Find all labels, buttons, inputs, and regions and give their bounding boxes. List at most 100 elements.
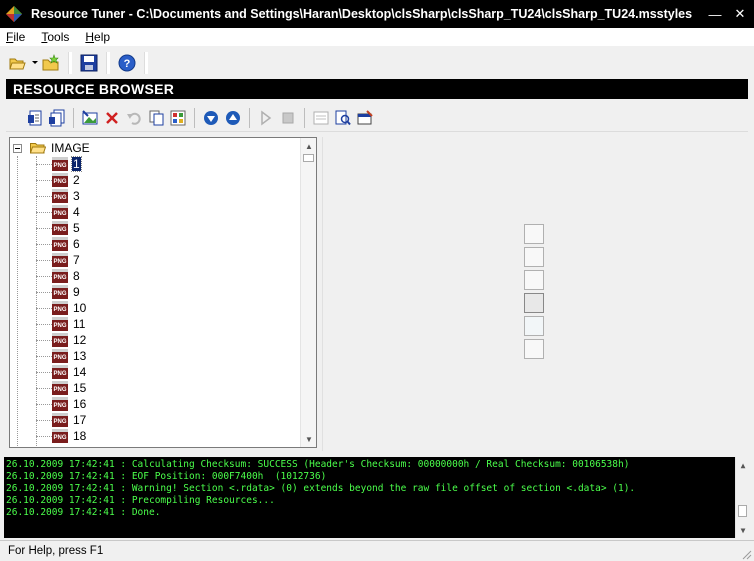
copy-button[interactable] (145, 107, 167, 129)
tree-connector (36, 387, 52, 389)
view-resource-button[interactable] (310, 107, 332, 129)
tree-item[interactable]: PNG 13 (36, 348, 87, 364)
log-line: 26.10.2009 17:42:41 : Calculating Checks… (6, 459, 630, 470)
tree-item[interactable]: PNG 11 (36, 316, 86, 332)
open-folder-icon (29, 142, 47, 154)
menu-bar: File Tools Help (0, 28, 754, 46)
delete-x-icon (106, 111, 118, 124)
extract-resource-button[interactable] (24, 107, 46, 129)
tree-item[interactable]: PNG 4 (36, 204, 81, 220)
toolbar-separator (144, 52, 148, 74)
open-folder-button[interactable] (40, 52, 62, 74)
documents-export-icon (49, 109, 65, 126)
help-button[interactable]: ? (116, 52, 138, 74)
menu-help[interactable]: Help (85, 30, 110, 44)
tree-node-image[interactable]: IMAGE (13, 140, 90, 156)
menu-file[interactable]: File (6, 30, 25, 44)
tree-item[interactable]: PNG 15 (36, 380, 87, 396)
tree-item[interactable]: PNG 2 (36, 172, 81, 188)
title-bar: Resource Tuner - C:\Documents and Settin… (0, 0, 754, 28)
tree-item-label: 3 (73, 189, 80, 203)
tree-item[interactable]: PNG 3 (36, 188, 81, 204)
collapse-icon[interactable] (13, 143, 22, 153)
png-file-icon: PNG (52, 317, 68, 331)
tree-connector (36, 339, 52, 341)
add-resource-button[interactable] (79, 107, 101, 129)
tree-item[interactable]: PNG 12 (36, 332, 87, 348)
extract-all-button[interactable] (46, 107, 68, 129)
resource-properties-button[interactable] (167, 107, 189, 129)
tree-connector (36, 211, 52, 213)
tree-connector (36, 227, 52, 229)
tree-item[interactable]: PNG 17 (36, 412, 87, 428)
menu-tools[interactable]: Tools (41, 30, 69, 44)
scroll-thumb[interactable] (303, 154, 314, 162)
png-file-icon: PNG (52, 205, 68, 219)
tree-item[interactable]: PNG 10 (36, 300, 87, 316)
scroll-up-icon[interactable]: ▲ (301, 138, 316, 154)
open-file-button[interactable] (8, 52, 30, 74)
tree-item[interactable]: PNG 8 (36, 268, 81, 284)
scroll-thumb[interactable] (738, 505, 747, 517)
tree-item[interactable]: PNG 1 (36, 156, 82, 172)
toolbar-separator (106, 52, 110, 74)
tree-connector (36, 307, 52, 309)
tree-item-label: 4 (73, 205, 80, 219)
scroll-down-icon[interactable]: ▼ (736, 522, 749, 538)
tree-connector (36, 195, 52, 197)
png-file-icon: PNG (52, 221, 68, 235)
log-scrollbar[interactable]: ▲ ▼ (735, 457, 749, 538)
tree-guide-line (17, 156, 18, 447)
tree-item[interactable]: PNG 7 (36, 252, 81, 268)
close-button[interactable]: ✕ (729, 4, 751, 24)
undo-button[interactable] (123, 107, 145, 129)
tree-connector (36, 291, 52, 293)
resize-grip-icon[interactable] (740, 547, 752, 560)
save-button[interactable] (78, 52, 100, 74)
minimize-button[interactable]: — (704, 4, 726, 24)
arrow-up-circle-icon (226, 110, 240, 125)
tree-item[interactable]: PNG 6 (36, 236, 81, 252)
toolbar-separator (304, 107, 305, 128)
log-output[interactable]: 26.10.2009 17:42:41 : Calculating Checks… (4, 457, 749, 538)
image-add-icon (82, 109, 98, 124)
resource-tree[interactable]: IMAGE PNG 1 PNG 2 PNG 3 PNG 4 PNG 5 PNG 6 PNG 7 PNG 8 PN… (9, 137, 317, 448)
tree-content: IMAGE PNG 1 PNG 2 PNG 3 PNG 4 PNG 5 PNG 6 PNG 7 PNG 8 PN… (10, 138, 299, 447)
document-view-icon (313, 111, 329, 124)
tree-item-label: 14 (73, 365, 87, 379)
move-up-button[interactable] (222, 107, 244, 129)
scroll-up-icon[interactable]: ▲ (736, 457, 749, 473)
log-line: 26.10.2009 17:42:41 : Done. (6, 507, 161, 518)
tree-item-label: 11 (73, 317, 86, 331)
app-icon[interactable] (5, 5, 23, 23)
tree-item-label: 7 (73, 253, 80, 267)
play-button[interactable] (255, 107, 277, 129)
find-resource-button[interactable] (332, 107, 354, 129)
tree-item[interactable]: PNG 16 (36, 396, 87, 412)
tree-item[interactable]: PNG 18 (36, 428, 87, 444)
tree-connector (36, 243, 52, 245)
resource-preview (322, 137, 750, 451)
dialog-edit-icon (357, 109, 373, 124)
open-dropdown-arrow[interactable] (30, 52, 40, 74)
tree-item[interactable]: PNG 5 (36, 220, 81, 236)
undo-icon (127, 112, 141, 125)
tree-scrollbar[interactable]: ▲ ▼ (300, 138, 316, 447)
edit-resource-button[interactable] (354, 107, 376, 129)
tree-item[interactable]: PNG 14 (36, 364, 87, 380)
stop-button[interactable] (277, 107, 299, 129)
tree-connector (36, 403, 52, 405)
copy-icon (149, 110, 164, 125)
png-file-icon: PNG (52, 381, 68, 395)
image-preview-tile (524, 224, 544, 244)
tree-item[interactable]: PNG 9 (36, 284, 81, 300)
tree-item-label: 16 (73, 397, 87, 411)
png-file-icon: PNG (52, 285, 68, 299)
tree-connector (36, 323, 52, 325)
move-down-button[interactable] (200, 107, 222, 129)
delete-resource-button[interactable] (101, 107, 123, 129)
scroll-down-icon[interactable]: ▼ (301, 431, 316, 447)
png-file-icon: PNG (52, 397, 68, 411)
tree-item-label: 18 (73, 429, 87, 443)
search-document-icon (335, 110, 351, 125)
